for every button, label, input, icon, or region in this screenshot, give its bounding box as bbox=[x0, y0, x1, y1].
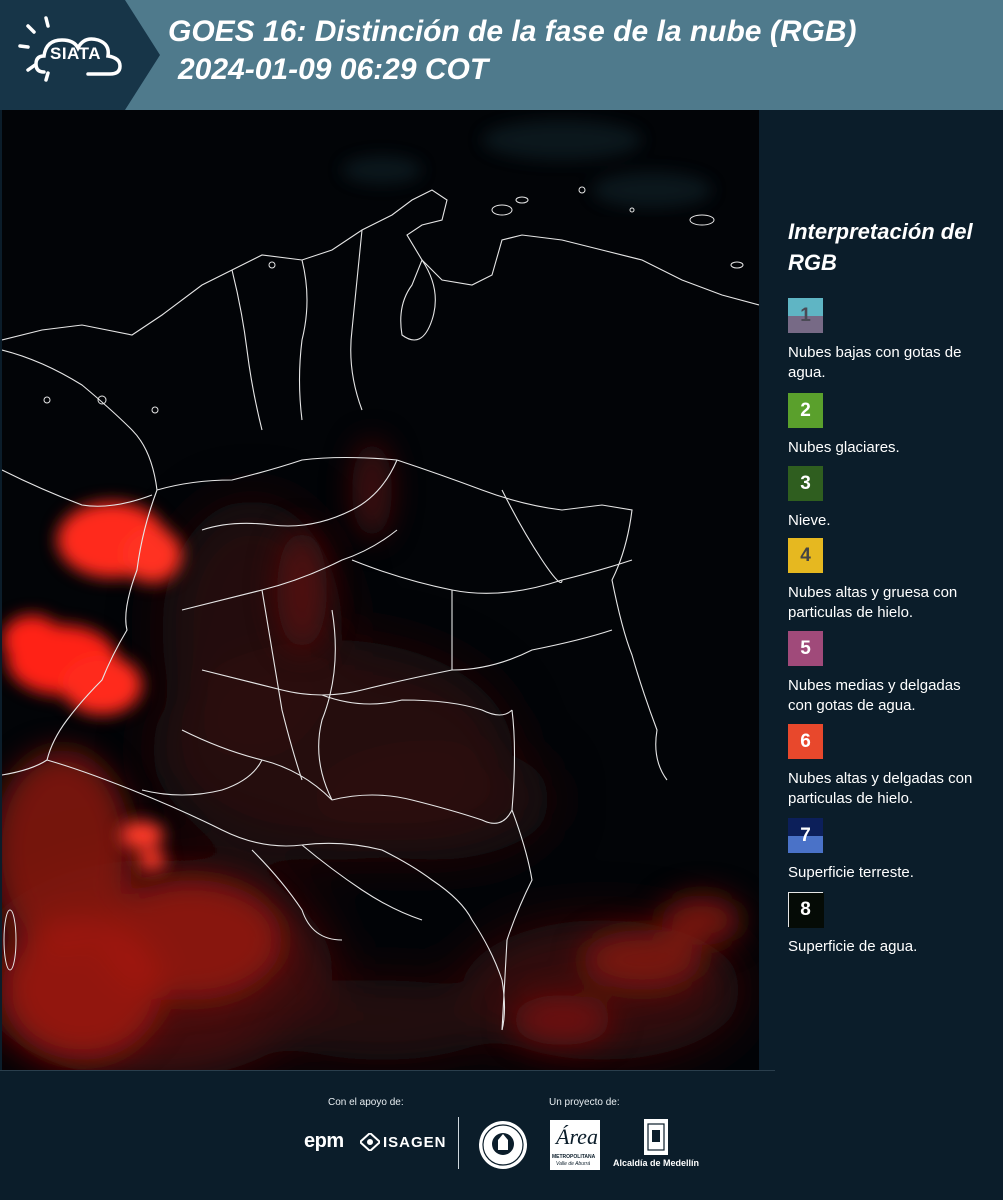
satellite-map[interactable] bbox=[2, 110, 759, 1070]
legend-swatch-7: 7 bbox=[788, 818, 823, 853]
legend-label: Nubes bajas con gotas de agua. bbox=[788, 344, 962, 381]
isagen-logo[interactable]: ISAGEN bbox=[383, 1134, 447, 1151]
legend-number: 4 bbox=[800, 544, 811, 566]
legend-item-4: 4 Nubes altas y gruesa con particulas de … bbox=[788, 538, 1003, 623]
area-logo-name: METROPOLITANA bbox=[552, 1154, 596, 1160]
support-label: Con el apoyo de: bbox=[328, 1097, 404, 1108]
page: SIATA GOES 16: Distinción de la fase de … bbox=[0, 0, 1003, 1200]
legend-panel: Interpretación del RGB 1 Nubes bajas con … bbox=[762, 110, 1003, 1070]
legend-swatch-6: 6 bbox=[788, 724, 823, 759]
map-svg bbox=[2, 110, 759, 1070]
legend-item-2: 2 Nubes glaciares. bbox=[788, 393, 1003, 458]
legend-number: 8 bbox=[800, 898, 811, 920]
legend-number: 2 bbox=[800, 399, 811, 421]
page-title: GOES 16: Distinción de la fase de la nub… bbox=[168, 15, 857, 48]
legend-label: Superficie de agua. bbox=[788, 938, 918, 955]
legend-item-5: 5 Nubes medias y delgadas con gotas de ag… bbox=[788, 631, 1003, 716]
legend-number: 5 bbox=[800, 637, 811, 659]
legend-label: Nubes altas y delgadas con particulas de… bbox=[788, 770, 973, 807]
footer-divider-line bbox=[0, 1070, 775, 1071]
legend-number: 7 bbox=[800, 824, 811, 846]
footer-vertical-divider bbox=[458, 1117, 459, 1169]
legend-item-1: 1 Nubes bajas con gotas de agua. bbox=[788, 298, 1003, 383]
legend-number: 3 bbox=[800, 472, 811, 494]
legend-item-3: 3 Nieve. bbox=[788, 466, 1003, 531]
legend-swatch-8: 8 bbox=[788, 892, 824, 928]
legend-label: Nubes altas y gruesa con particulas de h… bbox=[788, 584, 958, 621]
legend-number: 6 bbox=[800, 730, 811, 752]
legend-swatch-5: 5 bbox=[788, 631, 823, 666]
legend-label: Nubes medias y delgadas con gotas de agu… bbox=[788, 677, 961, 714]
legend-item-8: 8 Superficie de agua. bbox=[788, 892, 1003, 957]
legend-swatch-3: 3 bbox=[788, 466, 823, 501]
legend-label: Nubes glaciares. bbox=[788, 439, 900, 456]
area-logo-sub: Valle de Aburrá bbox=[556, 1161, 591, 1167]
legend-swatch-4: 4 bbox=[788, 538, 823, 573]
legend-item-7: 7 Superficie terreste. bbox=[788, 818, 1003, 883]
medellin-shield-icon bbox=[644, 1119, 668, 1155]
header-bar: SIATA GOES 16: Distinción de la fase de … bbox=[0, 0, 1003, 110]
logo-text: SIATA bbox=[50, 44, 101, 63]
area-logo-letter: Área bbox=[556, 1124, 598, 1149]
legend-label: Nieve. bbox=[788, 512, 831, 529]
legend-swatch-1: 1 bbox=[788, 298, 823, 333]
legend-item-6: 6 Nubes altas y delgadas con particulas d… bbox=[788, 724, 1003, 809]
project-label: Un proyecto de: bbox=[549, 1097, 620, 1108]
legend-label: Superficie terreste. bbox=[788, 864, 914, 881]
legend-title: Interpretación del RGB bbox=[788, 219, 973, 275]
area-metropolitana-logo[interactable]: Área METROPOLITANA Valle de Aburrá bbox=[550, 1120, 600, 1170]
siata-logo[interactable]: SIATA bbox=[0, 0, 160, 110]
legend-number: 1 bbox=[800, 304, 811, 326]
alcaldia-medellin-label[interactable]: Alcaldía de Medellín bbox=[613, 1158, 699, 1168]
epm-logo[interactable]: epm bbox=[304, 1130, 344, 1153]
legend-swatch-2: 2 bbox=[788, 393, 823, 428]
page-subtitle-datetime: 2024-01-09 06:29 COT bbox=[178, 53, 489, 86]
footer: Con el apoyo de: Un proyecto de: epm ISA… bbox=[0, 1070, 1003, 1200]
seal-icon[interactable] bbox=[478, 1120, 528, 1170]
isagen-icon bbox=[360, 1133, 380, 1151]
